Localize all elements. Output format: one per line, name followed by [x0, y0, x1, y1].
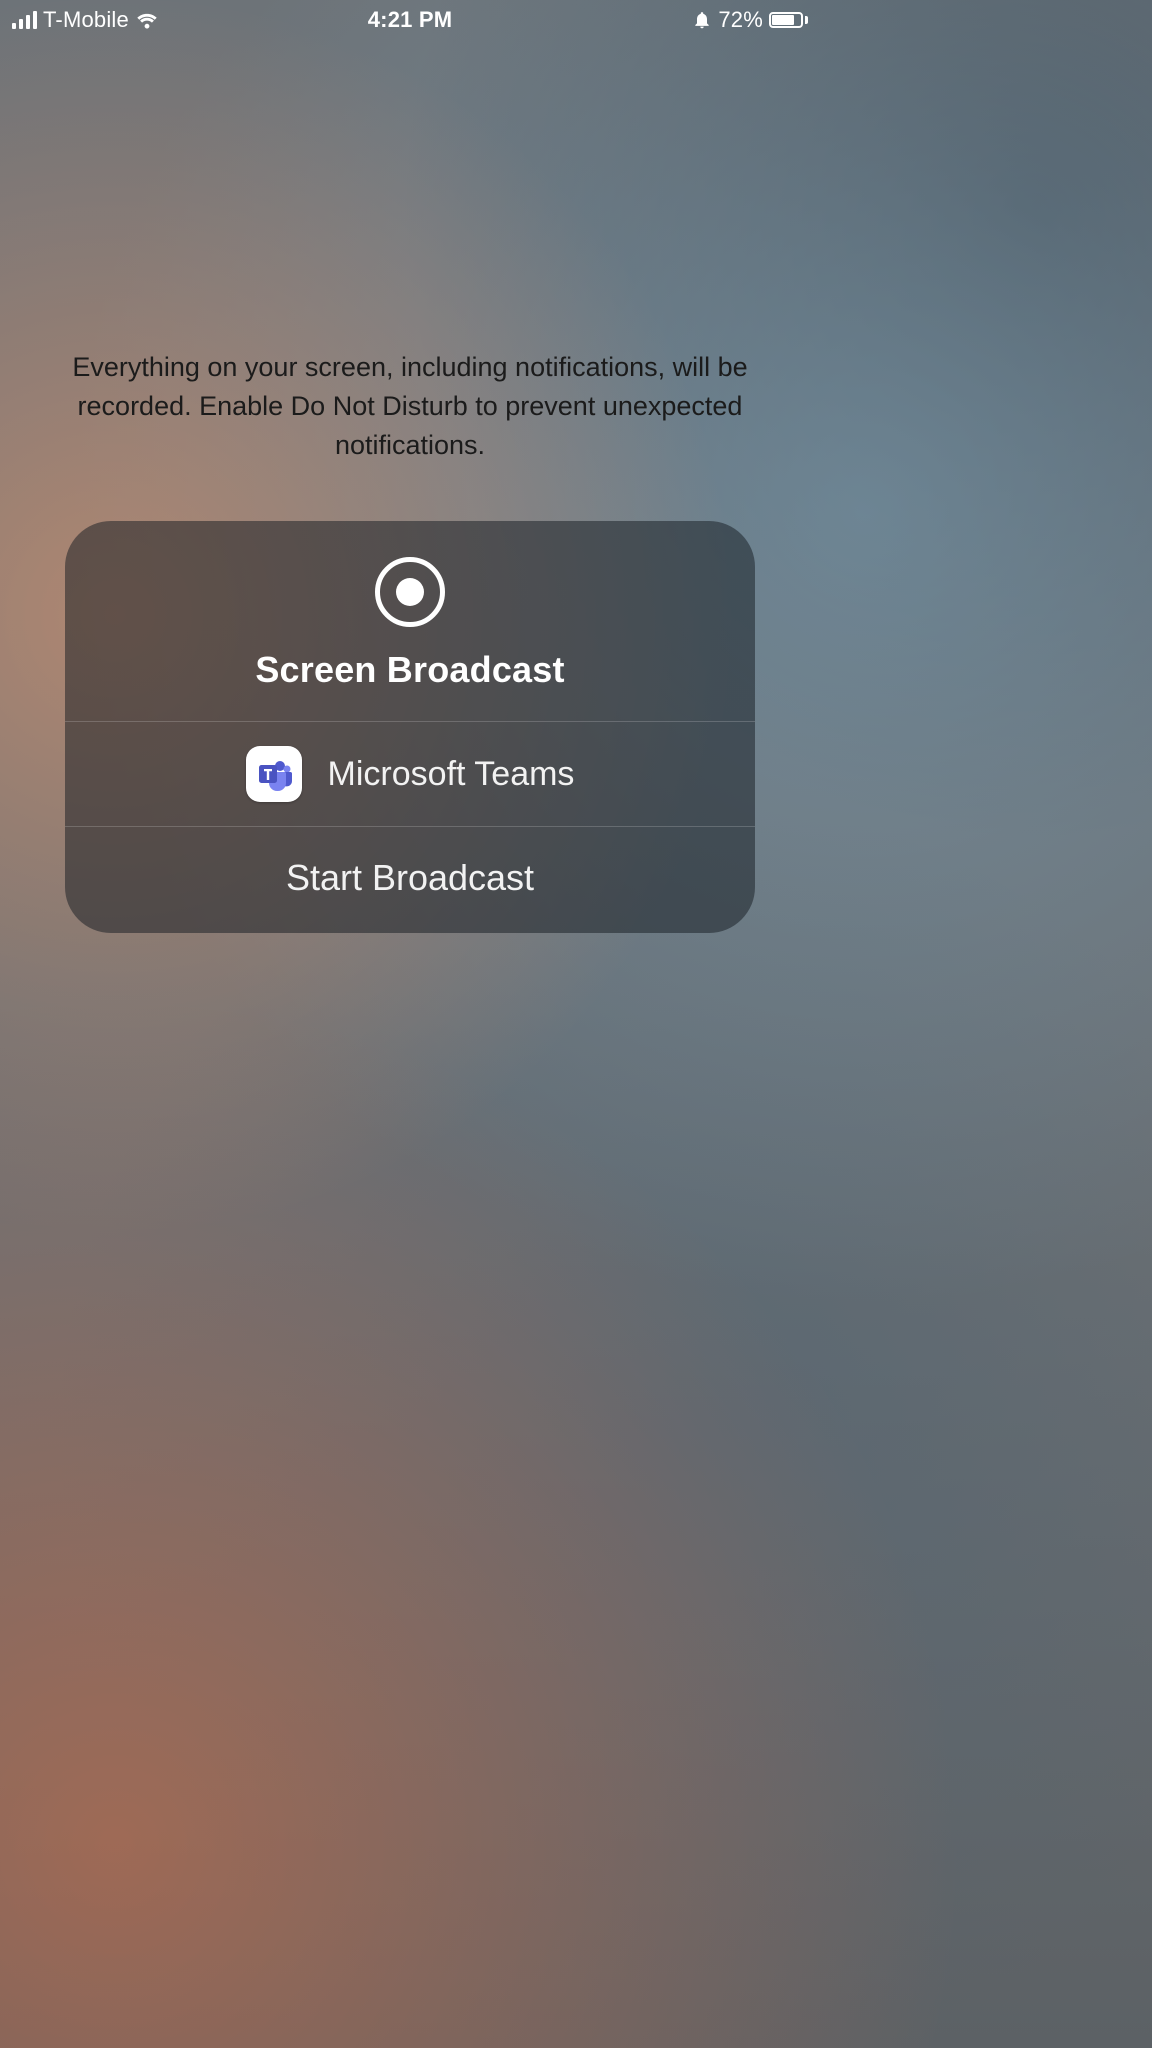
broadcast-title: Screen Broadcast — [255, 649, 564, 691]
carrier-label: T-Mobile — [43, 7, 129, 33]
status-bar-left: T-Mobile — [12, 7, 159, 33]
broadcast-app-selector[interactable]: Microsoft Teams — [65, 722, 755, 826]
status-bar-right: 72% — [692, 7, 808, 33]
alarm-icon — [692, 10, 712, 30]
broadcast-app-name: Microsoft Teams — [328, 755, 575, 794]
broadcast-header: Screen Broadcast — [65, 521, 755, 721]
record-icon — [375, 557, 445, 627]
broadcast-warning-text: Everything on your screen, including not… — [0, 348, 820, 465]
battery-percent-label: 72% — [718, 7, 763, 33]
status-bar-time: 4:21 PM — [368, 7, 453, 33]
status-bar: T-Mobile 4:21 PM 72% — [0, 0, 820, 40]
screen-broadcast-card: Screen Broadcast Microsoft Teams Start B… — [65, 521, 755, 933]
start-broadcast-label: Start Broadcast — [286, 857, 534, 899]
record-dot-icon — [396, 578, 424, 606]
battery-icon — [769, 12, 808, 28]
start-broadcast-button[interactable]: Start Broadcast — [65, 827, 755, 933]
microsoft-teams-icon — [246, 746, 302, 802]
wifi-icon — [135, 11, 159, 29]
cellular-signal-icon — [12, 11, 37, 29]
